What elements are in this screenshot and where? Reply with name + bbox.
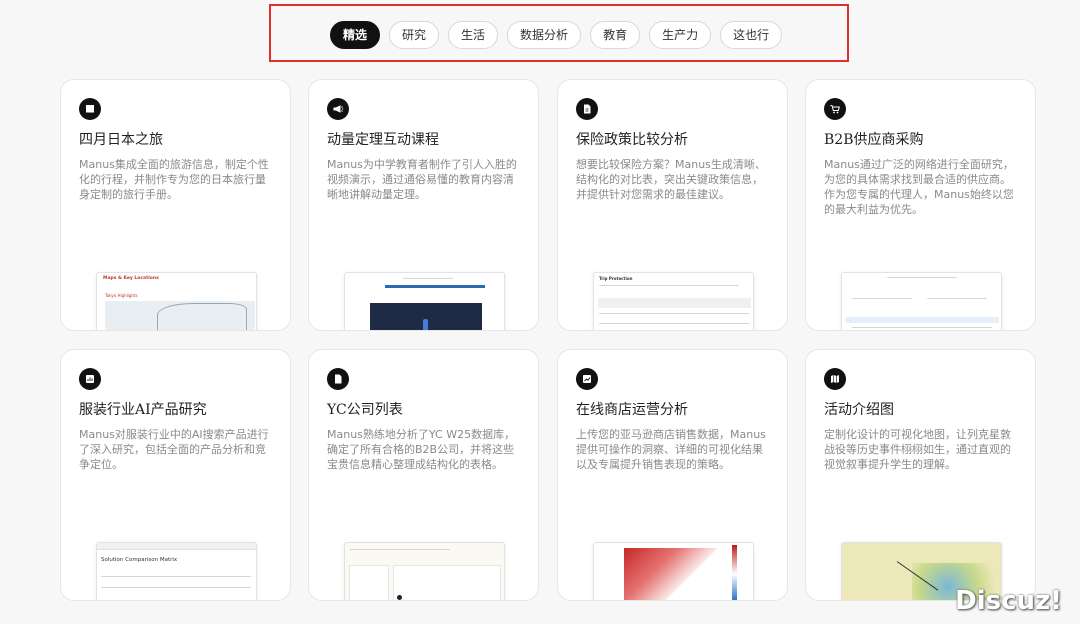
card-title: 保险政策比较分析 bbox=[576, 132, 688, 148]
tab-research[interactable]: 研究 bbox=[389, 21, 440, 49]
card-description: Manus为中学教育者制作了引人入胜的视频演示，通过通俗易懂的教育内容清晰地讲解… bbox=[327, 158, 517, 201]
card-description: Manus对服装行业中的AI搜索产品进行了深入研究，包括全面的产品分析和竞争定位… bbox=[79, 428, 269, 471]
card-title: B2B供应商采购 bbox=[824, 132, 924, 148]
megaphone-icon bbox=[327, 98, 349, 120]
card-description: Manus集成全面的旅游信息，制定个性化的行程，并制作专为您的日本旅行量身定制的… bbox=[79, 158, 269, 201]
preview-heading: Trip Protection bbox=[599, 276, 633, 281]
use-case-card[interactable]: B2B供应商采购 Manus通过广泛的网络进行全面研究，为您的具体需求找到最合适… bbox=[805, 79, 1036, 331]
card-title: 四月日本之旅 bbox=[79, 132, 163, 148]
map-preview-route bbox=[157, 303, 247, 330]
video-preview-marker bbox=[423, 319, 428, 330]
cart-icon bbox=[824, 98, 846, 120]
card-preview-image: Solution Comparison Matrix bbox=[96, 542, 257, 600]
document-icon bbox=[576, 98, 598, 120]
card-title: 动量定理互动课程 bbox=[327, 132, 439, 148]
preview-heading: Solution Comparison Matrix bbox=[101, 557, 178, 563]
heatmap-preview bbox=[624, 548, 724, 600]
form-preview-bar bbox=[846, 317, 999, 323]
book-icon bbox=[79, 98, 101, 120]
card-title: YC公司列表 bbox=[327, 402, 403, 418]
sidebar-preview bbox=[349, 565, 389, 600]
card-description: Manus熟练地分析了YC W25数据库，确定了所有合格的B2B公司，并将这些宝… bbox=[327, 428, 516, 471]
tab-education[interactable]: 教育 bbox=[590, 21, 641, 49]
map-icon bbox=[824, 368, 846, 390]
card-preview-image bbox=[344, 542, 505, 600]
card-title: 在线商店运营分析 bbox=[576, 402, 688, 418]
heatmap-colorbar bbox=[732, 545, 737, 600]
use-case-card[interactable]: 四月日本之旅 Manus集成全面的旅游信息，制定个性化的行程，并制作专为您的日本… bbox=[60, 79, 291, 331]
card-title: 服装行业AI产品研究 bbox=[79, 402, 207, 418]
watermark: Discuz! bbox=[955, 586, 1062, 616]
analytics-icon bbox=[576, 368, 598, 390]
browser-preview-bar bbox=[97, 543, 256, 550]
chart-box-icon bbox=[79, 368, 101, 390]
card-description: 想要比较保险方案？Manus生成清晰、结构化的对比表，突出关键政策信息，并提供针… bbox=[576, 158, 766, 201]
tab-misc[interactable]: 这也行 bbox=[720, 21, 783, 49]
card-description: Manus通过广泛的网络进行全面研究，为您的具体需求找到最合适的供应商。作为您专… bbox=[824, 158, 1014, 216]
use-case-card[interactable]: 动量定理互动课程 Manus为中学教育者制作了引人入胜的视频演示，通过通俗易懂的… bbox=[308, 79, 539, 331]
card-title: 活动介绍图 bbox=[824, 402, 894, 418]
use-case-card[interactable]: 保险政策比较分析 想要比较保险方案？Manus生成清晰、结构化的对比表，突出关键… bbox=[557, 79, 788, 331]
preview-heading: Maps & Key Locations bbox=[103, 276, 159, 281]
preview-nav-bar bbox=[385, 285, 485, 288]
tab-life[interactable]: 生活 bbox=[448, 21, 499, 49]
preview-subheading: Tokyo Highlights bbox=[105, 293, 138, 298]
table-preview-header bbox=[598, 298, 751, 308]
card-preview-image: Maps & Key Locations Tokyo Highlights bbox=[96, 272, 257, 330]
use-case-card[interactable]: YC公司列表 Manus熟练地分析了YC W25数据库，确定了所有合格的B2B公… bbox=[308, 349, 539, 601]
card-preview-image bbox=[344, 272, 505, 330]
tab-data-analysis[interactable]: 数据分析 bbox=[507, 21, 582, 49]
page: 精选 研究 生活 数据分析 教育 生产力 这也行 四月日本之旅 Manus集成全… bbox=[0, 0, 1080, 624]
tab-productivity[interactable]: 生产力 bbox=[649, 21, 712, 49]
file-icon bbox=[327, 368, 349, 390]
card-description: 上传您的亚马逊商店销售数据，Manus提供可操作的洞察、详细的可视化结果以及专属… bbox=[576, 428, 766, 471]
content-preview bbox=[393, 565, 501, 600]
use-case-card[interactable]: 服装行业AI产品研究 Manus对服装行业中的AI搜索产品进行了深入研究，包括全… bbox=[60, 349, 291, 601]
card-preview-image bbox=[593, 542, 754, 600]
tab-featured[interactable]: 精选 bbox=[330, 21, 381, 49]
card-description: 定制化设计的可视化地图，让列克星敦战役等历史事件栩栩如生，通过直观的视觉叙事提升… bbox=[824, 428, 1011, 471]
category-tabs: 精选 研究 生活 数据分析 教育 生产力 这也行 bbox=[330, 21, 783, 49]
use-case-card[interactable]: 在线商店运营分析 上传您的亚马逊商店销售数据，Manus提供可操作的洞察、详细的… bbox=[557, 349, 788, 601]
card-preview-image bbox=[841, 272, 1002, 330]
use-case-card[interactable]: 活动介绍图 定制化设计的可视化地图，让列克星敦战役等历史事件栩栩如生，通过直观的… bbox=[805, 349, 1036, 601]
card-preview-image: Trip Protection bbox=[593, 272, 754, 330]
preview-avatar bbox=[397, 595, 402, 600]
